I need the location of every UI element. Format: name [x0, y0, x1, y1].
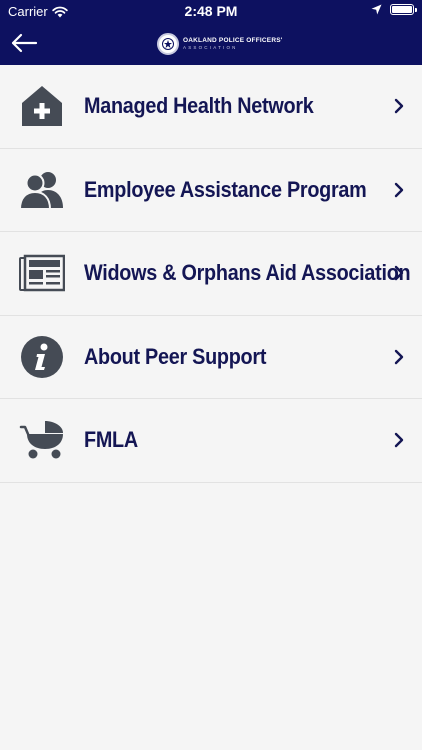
arrow-left-icon: [11, 33, 38, 53]
menu-item-about-peer-support[interactable]: About Peer Support: [0, 316, 422, 399]
location-arrow-icon: [371, 4, 382, 15]
chevron-right-icon: [392, 97, 406, 115]
app-header: Carrier 2:48 PM OAKLAND POLICE OFFICERS'…: [0, 0, 422, 65]
logo-subtitle: ASSOCIATION: [183, 45, 238, 50]
menu-list: Managed Health Network Employee Assistan…: [0, 65, 422, 483]
users-icon: [19, 167, 65, 213]
status-right: [371, 4, 417, 15]
menu-item-label: About Peer Support: [84, 343, 267, 369]
menu-item-fmla[interactable]: FMLA: [0, 399, 422, 483]
menu-item-widows-orphans-aid[interactable]: Widows & Orphans Aid Association: [0, 232, 422, 316]
chevron-right-icon: [392, 431, 406, 449]
chevron-right-icon: [392, 348, 406, 366]
battery-icon: [390, 4, 417, 15]
menu-item-label: FMLA: [84, 427, 138, 453]
menu-item-managed-health-network[interactable]: Managed Health Network: [0, 65, 422, 149]
badge-seal-icon: [157, 33, 179, 55]
chevron-right-icon: [392, 264, 406, 282]
health-house-icon: [19, 83, 65, 129]
logo-title: OAKLAND POLICE OFFICERS': [183, 36, 283, 44]
info-icon: [19, 334, 65, 380]
baby-carriage-icon: [19, 417, 65, 463]
status-bar: Carrier 2:48 PM: [0, 0, 422, 22]
menu-item-label: Widows & Orphans Aid Association: [84, 260, 411, 286]
nav-bar: OAKLAND POLICE OFFICERS' ASSOCIATION: [0, 22, 422, 65]
newspaper-icon: [19, 250, 65, 296]
menu-item-employee-assistance-program[interactable]: Employee Assistance Program: [0, 149, 422, 232]
menu-item-label: Managed Health Network: [84, 93, 314, 119]
back-button[interactable]: [6, 27, 42, 59]
menu-item-label: Employee Assistance Program: [84, 176, 367, 202]
chevron-right-icon: [392, 181, 406, 199]
status-time: 2:48 PM: [184, 3, 238, 19]
opoa-logo: OAKLAND POLICE OFFICERS' ASSOCIATION: [157, 31, 283, 57]
